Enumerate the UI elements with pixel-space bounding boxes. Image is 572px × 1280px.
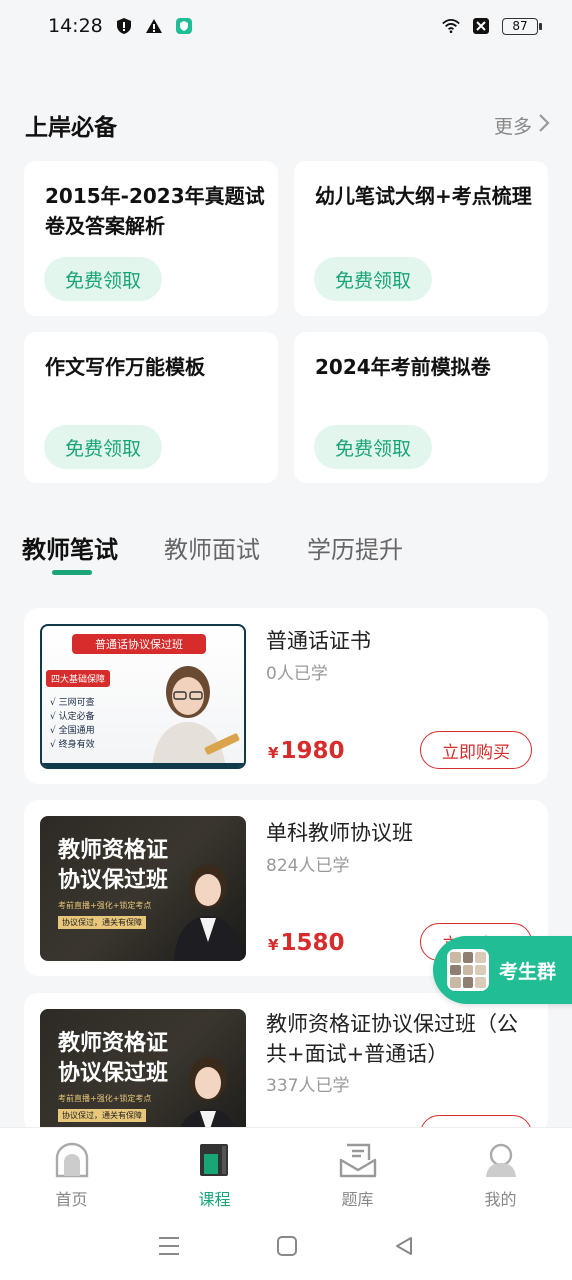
free-claim-button[interactable]: 免费领取 xyxy=(44,257,162,301)
wifi-icon xyxy=(442,17,460,35)
thumb-tag: 协议保过，通关有保障 xyxy=(58,916,146,929)
app-notification-icon xyxy=(175,17,193,35)
resource-title: 幼儿笔试大纲+考点梳理 xyxy=(315,184,532,208)
price-value: 1580 xyxy=(280,930,345,956)
more-link[interactable]: 更多 xyxy=(494,112,550,139)
course-thumbnail: 普通话协议保过班 四大基础保障 √ 三网可查 √ 认定必备 √ 全国通用 √ 终… xyxy=(40,624,246,769)
teacher-photo xyxy=(168,1055,244,1133)
nav-label: 首页 xyxy=(55,1190,88,1209)
resource-title: 2015年-2023年真题试卷及答案解析 xyxy=(45,184,265,238)
group-avatar-icon xyxy=(447,949,489,991)
thumb-subtitle: 考前直播+强化+锁定考点 xyxy=(58,1094,152,1103)
learner-count: 337人已学 xyxy=(266,1076,350,1096)
resource-card[interactable]: 2024年考前模拟卷 免费领取 xyxy=(294,332,548,483)
thumb-heading: 教师资格证 协议保过班 xyxy=(58,1031,169,1086)
thumb-badge: 四大基础保障 xyxy=(46,670,111,687)
menu-icon[interactable] xyxy=(158,1236,180,1260)
nav-profile[interactable]: 我的 xyxy=(429,1128,572,1215)
bottom-nav: 首页 课程 题库 我的 xyxy=(0,1127,572,1215)
battery-indicator: 87 xyxy=(502,17,542,35)
tab-education-upgrade[interactable]: 学历提升 xyxy=(307,530,403,565)
learner-count: 824人已学 xyxy=(266,856,350,876)
teacher-photo xyxy=(138,656,244,767)
thumb-tag: 协议保过，通关有保障 xyxy=(58,1109,146,1122)
buy-now-button[interactable]: 立即购买 xyxy=(420,731,532,769)
nav-label: 课程 xyxy=(198,1190,231,1209)
more-label: 更多 xyxy=(493,115,532,138)
group-label: 考生群 xyxy=(499,960,557,983)
currency-symbol: ¥ xyxy=(268,744,279,762)
course-name: 单科教师协议班 xyxy=(266,821,413,845)
resource-card[interactable]: 2015年-2023年真题试卷及答案解析 免费领取 xyxy=(24,161,278,316)
learner-count: 0人已学 xyxy=(266,664,328,684)
tab-teacher-interview[interactable]: 教师面试 xyxy=(164,530,260,565)
nav-question-bank[interactable]: 题库 xyxy=(286,1128,429,1215)
home-icon xyxy=(54,1142,90,1182)
tab-teacher-written[interactable]: 教师笔试 xyxy=(22,530,118,565)
teacher-photo xyxy=(168,862,244,961)
chevron-right-icon xyxy=(538,113,550,138)
section-title: 上岸必备 xyxy=(25,115,117,141)
free-claim-button[interactable]: 免费领取 xyxy=(314,257,432,301)
status-bar: 14:28 87 xyxy=(0,0,572,52)
thumb-subtitle: 考前直播+强化+锁定考点 xyxy=(58,901,152,910)
active-tab-indicator xyxy=(52,570,92,575)
free-claim-button[interactable]: 免费领取 xyxy=(314,425,432,469)
course-card[interactable]: 普通话协议保过班 四大基础保障 √ 三网可查 √ 认定必备 √ 全国通用 √ 终… xyxy=(24,608,548,784)
course-thumbnail: 教师资格证 协议保过班 考前直播+强化+锁定考点 协议保过，通关有保障 xyxy=(40,1009,246,1133)
course-card[interactable]: 教师资格证 协议保过班 考前直播+强化+锁定考点 协议保过，通关有保障 教师资格… xyxy=(24,993,548,1133)
resource-card[interactable]: 作文写作万能模板 免费领取 xyxy=(24,332,278,483)
nav-label: 题库 xyxy=(341,1190,374,1209)
resource-title: 作文写作万能模板 xyxy=(45,355,205,379)
courses-book-icon xyxy=(198,1142,232,1182)
course-price: ¥ 1980 xyxy=(268,738,344,764)
thumb-bullets: √ 三网可查 √ 认定必备 √ 全国通用 √ 终身有效 xyxy=(50,698,95,750)
free-claim-button[interactable]: 免费领取 xyxy=(44,425,162,469)
status-time: 14:28 xyxy=(48,15,103,37)
course-name: 普通话证书 xyxy=(266,629,371,653)
warning-icon xyxy=(145,17,163,35)
back-triangle-icon[interactable] xyxy=(394,1236,414,1260)
course-thumbnail: 教师资格证 协议保过班 考前直播+强化+锁定考点 协议保过，通关有保障 xyxy=(40,816,246,961)
currency-symbol: ¥ xyxy=(268,936,279,954)
resource-title: 2024年考前模拟卷 xyxy=(315,355,491,379)
shield-alert-icon xyxy=(115,17,133,35)
exam-group-button[interactable]: 考生群 xyxy=(433,936,572,1004)
resource-card[interactable]: 幼儿笔试大纲+考点梳理 免费领取 xyxy=(294,161,548,316)
course-tabs: 教师笔试 教师面试 学历提升 xyxy=(22,522,552,582)
profile-icon xyxy=(483,1142,519,1182)
course-name: 教师资格证协议保过班（公共+面试+普通话） xyxy=(266,1012,518,1066)
thumb-banner: 普通话协议保过班 xyxy=(72,634,206,654)
nav-courses[interactable]: 课程 xyxy=(143,1128,286,1215)
nav-label: 我的 xyxy=(484,1190,517,1209)
section-header: 上岸必备 更多 xyxy=(25,100,550,150)
nav-home[interactable]: 首页 xyxy=(0,1128,143,1215)
price-value: 1980 xyxy=(280,738,345,764)
course-price: ¥ 1580 xyxy=(268,930,344,956)
system-nav-bar xyxy=(0,1215,572,1280)
thumb-heading: 教师资格证 协议保过班 xyxy=(58,838,169,893)
question-bank-icon xyxy=(339,1142,377,1182)
no-sim-icon xyxy=(472,17,490,35)
home-square-icon[interactable] xyxy=(276,1235,297,1260)
